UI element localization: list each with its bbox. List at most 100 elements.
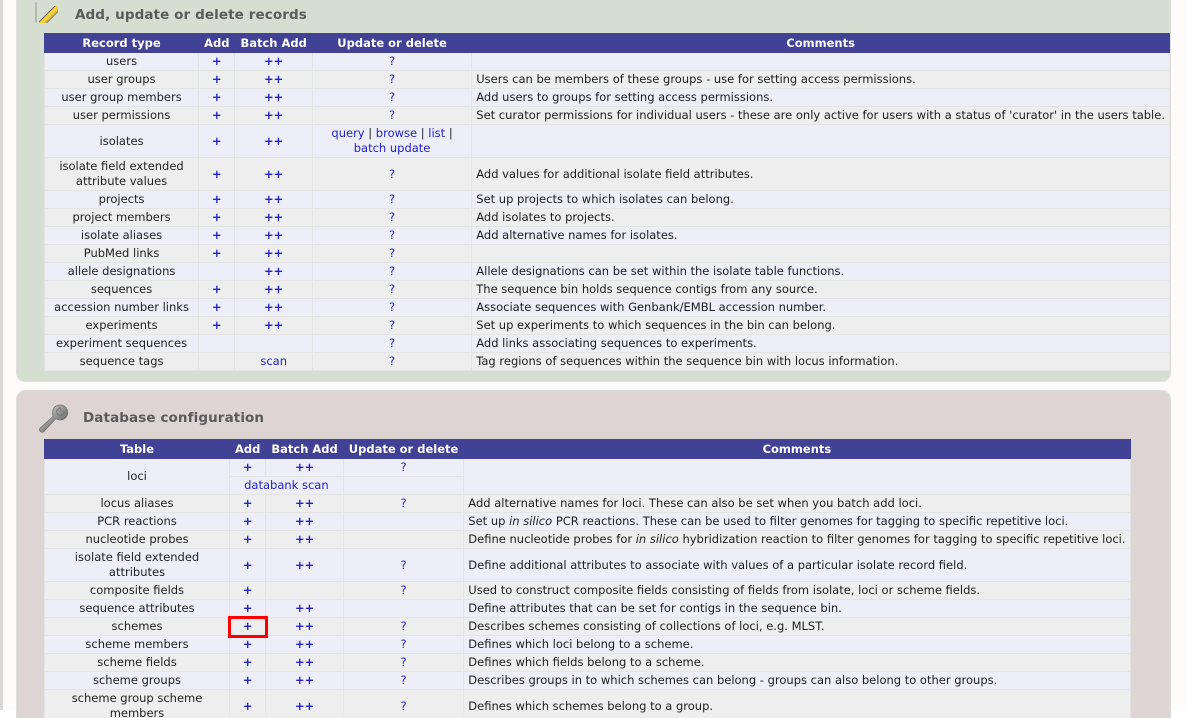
update-or-delete-cell[interactable]: ? — [311, 334, 473, 353]
add-cell[interactable]: + — [228, 653, 267, 672]
update-query-link[interactable]: ? — [389, 210, 395, 224]
add-link[interactable]: + — [212, 134, 222, 148]
batch-add-cell[interactable]: ++ — [234, 316, 313, 335]
add-cell[interactable]: + — [198, 70, 236, 89]
add-cell[interactable]: + — [227, 615, 268, 638]
add-link[interactable]: + — [212, 167, 222, 181]
batch-add-link[interactable]: ++ — [264, 54, 283, 68]
update-query-link[interactable]: ? — [400, 558, 406, 572]
add-cell[interactable]: + — [198, 208, 236, 227]
update-query-link[interactable]: ? — [389, 192, 395, 206]
add-cell[interactable]: + — [198, 298, 236, 317]
add-link[interactable]: + — [212, 318, 222, 332]
add-cell[interactable]: + — [228, 548, 267, 582]
batch-add-cell[interactable]: ++ — [234, 88, 313, 107]
update-query-link[interactable]: ? — [389, 228, 395, 242]
update-or-delete-cell[interactable]: ? — [311, 316, 473, 335]
add-cell[interactable]: + — [198, 52, 236, 71]
update-query-link[interactable]: ? — [389, 264, 395, 278]
update-link-list[interactable]: list — [428, 126, 445, 140]
update-or-delete-cell[interactable]: ? — [342, 494, 465, 513]
update-or-delete-cell[interactable]: ? — [342, 653, 465, 672]
batch-add-link[interactable]: ++ — [295, 532, 314, 546]
batch-add-cell[interactable]: ++ — [234, 190, 313, 209]
batch-add-link[interactable]: ++ — [264, 167, 283, 181]
update-or-delete-cell[interactable]: ? — [311, 262, 473, 281]
databank-scan-cell[interactable]: databank scan — [229, 476, 344, 495]
add-link[interactable]: + — [243, 619, 253, 633]
update-link-query[interactable]: query — [331, 126, 364, 140]
add-link[interactable]: + — [243, 496, 253, 510]
update-or-delete-cell[interactable]: ? — [311, 208, 473, 227]
update-query-link[interactable]: ? — [400, 637, 406, 651]
update-query-link[interactable]: ? — [400, 655, 406, 669]
add-cell[interactable]: + — [198, 226, 236, 245]
update-or-delete-cell[interactable]: ? — [311, 157, 473, 191]
update-query-link[interactable]: ? — [389, 318, 395, 332]
add-cell[interactable]: + — [228, 689, 267, 718]
add-link[interactable]: + — [243, 532, 253, 546]
update-query-link[interactable]: ? — [389, 108, 395, 122]
update-link-batch-update[interactable]: batch update — [354, 141, 431, 155]
batch-add-cell[interactable]: ++ — [234, 70, 313, 89]
add-link[interactable]: + — [212, 210, 222, 224]
add-link[interactable]: + — [212, 300, 222, 314]
add-link[interactable]: + — [243, 699, 253, 713]
update-or-delete-cell[interactable]: ? — [311, 298, 473, 317]
add-link[interactable]: + — [212, 246, 222, 260]
add-cell[interactable]: + — [198, 157, 236, 191]
update-or-delete-cell[interactable]: ? — [311, 352, 473, 371]
batch-add-cell[interactable]: scan — [234, 352, 313, 371]
add-cell[interactable]: + — [228, 581, 267, 600]
add-link[interactable]: + — [212, 228, 222, 242]
add-cell[interactable]: + — [228, 512, 267, 531]
add-link[interactable]: + — [212, 282, 222, 296]
add-cell[interactable]: + — [228, 458, 267, 477]
batch-add-cell[interactable]: ++ — [234, 208, 313, 227]
batch-add-cell[interactable]: ++ — [265, 548, 344, 582]
update-or-delete-cell[interactable]: ? — [311, 226, 473, 245]
update-query-link[interactable]: ? — [389, 90, 395, 104]
update-or-delete-cell[interactable]: ? — [342, 581, 465, 600]
add-cell[interactable]: + — [228, 530, 267, 549]
update-or-delete-cell[interactable]: ? — [311, 106, 473, 125]
update-query-link[interactable]: ? — [389, 167, 395, 181]
add-cell[interactable]: + — [198, 106, 236, 125]
update-or-delete-cell[interactable]: query | browse | list | batch update — [311, 124, 473, 158]
update-or-delete-cell[interactable]: ? — [311, 52, 473, 71]
add-cell[interactable]: + — [228, 599, 267, 618]
batch-add-cell[interactable]: ++ — [265, 512, 344, 531]
batch-add-cell[interactable]: ++ — [234, 52, 313, 71]
add-cell[interactable]: + — [228, 671, 267, 690]
update-or-delete-cell[interactable]: ? — [342, 689, 465, 718]
add-link[interactable]: + — [212, 54, 222, 68]
batch-add-link[interactable]: ++ — [264, 264, 283, 278]
update-or-delete-cell[interactable]: ? — [311, 70, 473, 89]
batch-add-link[interactable]: ++ — [264, 90, 283, 104]
add-cell[interactable]: + — [198, 88, 236, 107]
update-or-delete-cell[interactable]: ? — [311, 88, 473, 107]
update-or-delete-cell[interactable]: ? — [311, 280, 473, 299]
update-query-link[interactable]: ? — [389, 282, 395, 296]
add-link[interactable]: + — [243, 460, 253, 474]
update-or-delete-cell[interactable]: ? — [342, 617, 465, 636]
add-link[interactable]: + — [243, 601, 253, 615]
update-query-link[interactable]: ? — [400, 673, 406, 687]
batch-add-link[interactable]: ++ — [264, 318, 283, 332]
batch-add-link[interactable]: ++ — [295, 619, 314, 633]
add-link[interactable]: + — [212, 192, 222, 206]
batch-add-link[interactable]: ++ — [264, 210, 283, 224]
scan-link[interactable]: scan — [260, 354, 287, 368]
add-link[interactable]: + — [243, 583, 253, 597]
add-cell[interactable]: + — [198, 124, 236, 158]
batch-add-link[interactable]: ++ — [295, 601, 314, 615]
batch-add-link[interactable]: ++ — [264, 246, 283, 260]
update-or-delete-cell[interactable]: ? — [342, 458, 465, 477]
batch-add-cell[interactable]: ++ — [265, 458, 344, 477]
batch-add-cell[interactable]: ++ — [234, 124, 313, 158]
batch-add-cell[interactable]: ++ — [265, 689, 344, 718]
batch-add-cell[interactable]: ++ — [265, 530, 344, 549]
batch-add-cell[interactable]: ++ — [234, 244, 313, 263]
update-query-link[interactable]: ? — [400, 619, 406, 633]
add-cell[interactable]: + — [228, 635, 267, 654]
